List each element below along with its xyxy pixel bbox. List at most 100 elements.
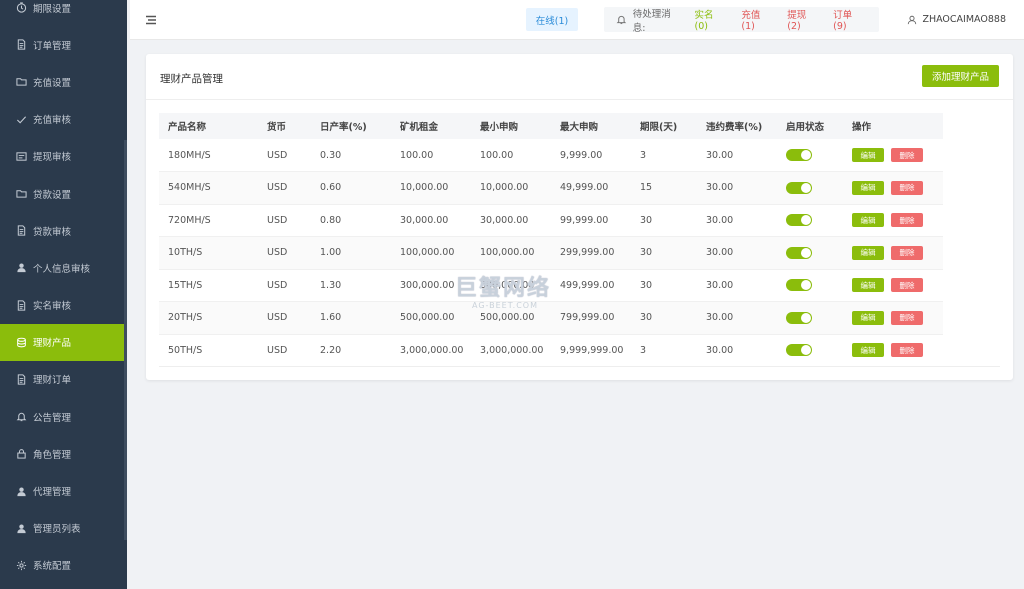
sidebar-item-recharge-review[interactable]: 充值审核 [0, 101, 127, 138]
sidebar-item-label: 理财产品 [33, 338, 72, 350]
cell-penalty: 30.00 [706, 312, 734, 324]
user-icon [15, 262, 27, 274]
lock-icon [15, 448, 27, 460]
delete-button[interactable]: 删除 [891, 343, 923, 358]
delete-button[interactable]: 删除 [891, 213, 923, 228]
cell-currency: USD [267, 247, 288, 259]
online-status-badge[interactable]: 在线(1) [526, 8, 578, 31]
cell-actions: 编辑 删除 [843, 237, 943, 270]
enabled-toggle[interactable] [786, 181, 812, 194]
cell-name: 20TH/S [168, 312, 203, 324]
edit-button[interactable]: 编辑 [852, 148, 884, 162]
cell-penalty: 30.00 [706, 214, 734, 226]
sidebar-scrollbar[interactable] [124, 140, 127, 540]
sidebar-item-wealth-products[interactable]: 理财产品 [0, 323, 127, 361]
cell-name: 180MH/S [168, 149, 211, 161]
notice-realname-link[interactable]: 实名(0) [695, 7, 727, 32]
card-icon [15, 150, 27, 162]
delete-button[interactable]: 删除 [891, 245, 923, 260]
cell-penalty: 30.00 [706, 279, 734, 291]
sidebar-item-roles[interactable]: 角色管理 [0, 435, 127, 472]
column-header: 矿机租金 [400, 122, 439, 133]
cell-rent: 30,000.00 [400, 214, 449, 226]
database-icon [15, 336, 27, 348]
cell-rent: 100.00 [400, 149, 434, 161]
cell-max: 9,999.00 [560, 149, 603, 161]
table-row: 20TH/S USD 1.60 500,000.00 500,000.00 799,999… [159, 301, 943, 334]
sidebar-item-label: 公告管理 [33, 412, 72, 424]
delete-button[interactable]: 删除 [891, 180, 923, 195]
sidebar-item-label: 理财订单 [33, 375, 72, 387]
user-menu[interactable]: ZHAOCAIMAO888 [907, 14, 1006, 25]
user-icon [15, 522, 27, 534]
cell-max: 299,999.00 [560, 247, 615, 259]
cell-penalty: 30.00 [706, 149, 734, 161]
bell-icon [15, 411, 27, 423]
sidebar-item-recharge-settings[interactable]: 充值设置 [0, 63, 127, 100]
enabled-toggle[interactable] [786, 279, 812, 292]
user-icon [15, 485, 27, 497]
delete-button[interactable]: 删除 [891, 278, 923, 293]
folder-icon [15, 188, 27, 200]
sidebar-item-withdraw-review[interactable]: 提现审核 [0, 138, 127, 175]
cell-currency: USD [267, 344, 288, 356]
enabled-toggle[interactable] [786, 149, 812, 161]
sidebar-item-announcements[interactable]: 公告管理 [0, 398, 127, 435]
edit-button[interactable]: 编辑 [852, 245, 884, 260]
sidebar-item-orders[interactable]: 订单管理 [0, 26, 127, 63]
edit-button[interactable]: 编辑 [852, 213, 884, 228]
cell-days: 3 [640, 149, 647, 161]
sidebar-item-label: 充值设置 [33, 77, 72, 89]
notice-recharge-link[interactable]: 充值(1) [741, 7, 773, 32]
edit-button[interactable]: 编辑 [852, 278, 884, 293]
cell-status [777, 204, 843, 237]
hamburger-menu-icon[interactable] [145, 14, 157, 26]
sidebar-item-label: 个人信息审核 [33, 263, 91, 275]
sidebar-item-admin-list[interactable]: 管理员列表 [0, 510, 127, 547]
sidebar-item-personal-info-review[interactable]: 个人信息审核 [0, 249, 127, 286]
enabled-toggle[interactable] [786, 214, 812, 227]
cell-name: 50TH/S [168, 344, 203, 356]
sidebar-item-label: 提现审核 [33, 152, 72, 164]
enabled-toggle[interactable] [786, 344, 812, 357]
table-header-row: 产品名称 货币 日产率(%) 矿机租金 最小申购 最大申购 期限(天) 违约费率… [159, 113, 943, 139]
cell-max: 9,999,999.00 [560, 344, 624, 356]
edit-button[interactable]: 编辑 [852, 310, 884, 325]
table-row: 15TH/S USD 1.30 300,000.00 300,000.00 499,999… [159, 269, 943, 302]
cell-status [777, 237, 843, 270]
notice-withdraw-link[interactable]: 提现(2) [787, 7, 819, 32]
enabled-toggle[interactable] [786, 311, 812, 324]
delete-button[interactable]: 删除 [891, 310, 923, 325]
column-header: 操作 [852, 122, 872, 133]
sidebar-item-period-settings[interactable]: 期限设置 [0, 0, 127, 26]
column-header: 货币 [267, 122, 287, 133]
sidebar-item-wealth-orders[interactable]: 理财订单 [0, 361, 127, 398]
edit-button[interactable]: 编辑 [852, 343, 884, 358]
sidebar-item-loan-settings[interactable]: 贷款设置 [0, 175, 127, 212]
cell-rate: 1.30 [320, 279, 342, 291]
cell-max: 49,999.00 [560, 182, 609, 194]
cell-min: 3,000,000.00 [480, 344, 544, 356]
add-product-button[interactable]: 添加理财产品 [922, 65, 999, 87]
cell-status [777, 139, 843, 172]
cell-name: 10TH/S [168, 247, 203, 259]
card-header: 理财产品管理 添加理财产品 [146, 54, 1013, 100]
delete-button[interactable]: 删除 [891, 148, 923, 162]
notice-orders-link[interactable]: 订单(9) [833, 7, 865, 32]
edit-button[interactable]: 编辑 [852, 180, 884, 195]
sidebar-item-label: 代理管理 [33, 487, 72, 499]
sidebar-item-label: 角色管理 [33, 449, 72, 461]
document-icon [15, 225, 27, 237]
bell-icon [616, 15, 627, 25]
document-icon [15, 39, 27, 51]
sidebar-item-agents[interactable]: 代理管理 [0, 472, 127, 509]
sidebar-item-system-config[interactable]: 系统配置 [0, 547, 127, 584]
cell-days: 15 [640, 182, 653, 194]
cell-currency: USD [267, 279, 288, 291]
sidebar-menu: 期限设置 订单管理 充值设置 充值审核 提现审核 贷款设置 贷款审核 个人信息审… [0, 0, 127, 584]
cell-currency: USD [267, 149, 288, 161]
enabled-toggle[interactable] [786, 246, 812, 259]
cell-actions: 编辑 删除 [843, 139, 943, 172]
sidebar-item-loan-review[interactable]: 贷款审核 [0, 212, 127, 249]
sidebar-item-realname-review[interactable]: 实名审核 [0, 287, 127, 324]
